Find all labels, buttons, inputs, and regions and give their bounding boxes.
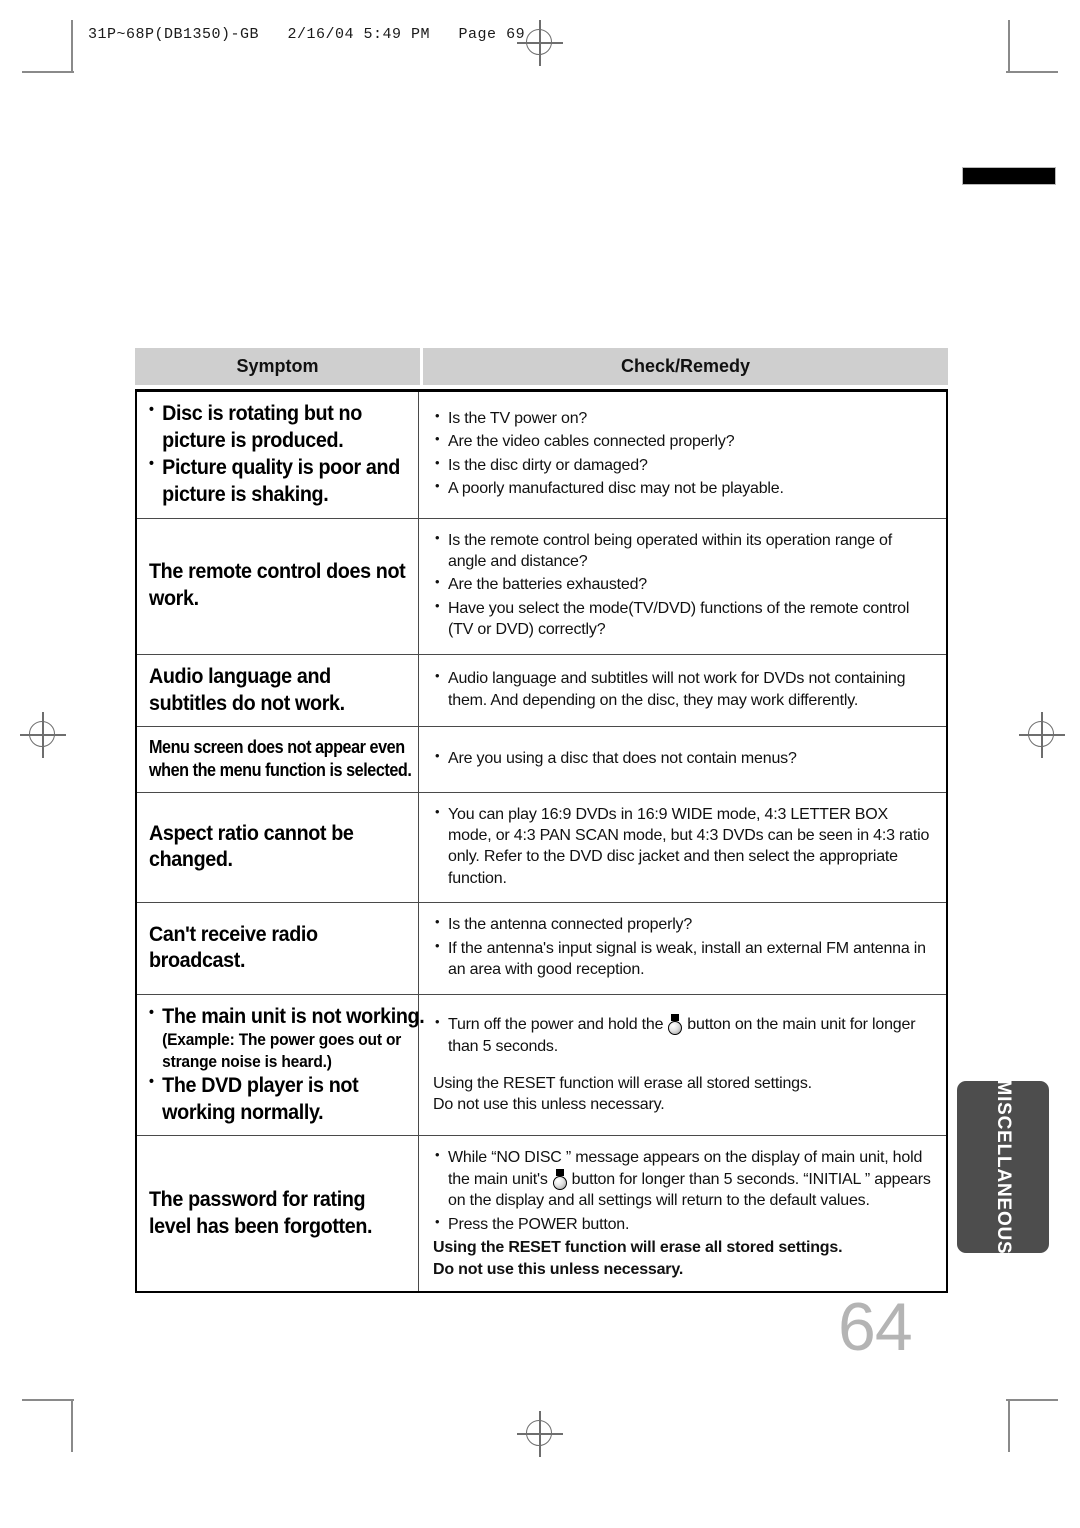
symptom-line: broadcast. <box>149 949 246 973</box>
symptom-line: Picture quality is poor and <box>149 454 400 482</box>
crop-mark-bottom-right-vertical <box>1008 1400 1010 1452</box>
remedy-cell: Is the antenna connected properly? If th… <box>419 903 946 993</box>
print-slug-header: 31P~68P(DB1350)-GB 2/16/04 5:49 PM Page … <box>88 26 526 43</box>
registration-mark-right-middle <box>1019 712 1065 758</box>
symptom-line: The DVD player is not <box>149 1072 392 1100</box>
symptom-line: The password for rating <box>149 1187 366 1211</box>
table-row: Audio language and subtitles do not work… <box>137 654 946 728</box>
symptom-line: The remote control does not <box>149 560 406 584</box>
table-row: The main unit is not working. (Example: … <box>137 994 946 1137</box>
remedy-item: Is the disc dirty or damaged? <box>433 454 932 476</box>
column-header-remedy: Check/Remedy <box>423 348 948 385</box>
crop-mark-bottom-left-horizontal <box>22 1399 74 1401</box>
symptom-line: strange noise is heard.) <box>162 1052 332 1071</box>
symptom-line: (Example: The power goes out or <box>162 1031 402 1050</box>
table-body: Disc is rotating but no picture is produ… <box>135 389 948 1294</box>
symptom-line: Aspect ratio cannot be <box>149 821 354 845</box>
remedy-item: Is the TV power on? <box>433 407 932 429</box>
registration-mark-top-center <box>517 20 563 66</box>
symptom-line: working normally. <box>162 1100 324 1124</box>
symptom-line: subtitles do not work. <box>149 691 345 715</box>
stop-power-button-icon <box>666 1014 684 1036</box>
remedy-note: Do not use this unless necessary. <box>433 1096 665 1114</box>
remedy-cell: Turn off the power and hold thebutton on… <box>419 995 946 1136</box>
remedy-text-before-icon: Turn off the power and hold the <box>448 1016 664 1034</box>
symptom-cell: Audio language and subtitles do not work… <box>137 654 419 727</box>
symptom-line: work. <box>149 587 199 611</box>
remedy-item: Press the POWER button. <box>433 1213 932 1235</box>
table-row: Can't receive radio broadcast. Is the an… <box>137 903 946 995</box>
symptom-cell: The main unit is not working. (Example: … <box>137 994 425 1136</box>
remedy-cell: Audio language and subtitles will not wo… <box>419 655 946 727</box>
remedy-cell: Are you using a disc that does not conta… <box>419 727 946 791</box>
symptom-cell: Can't receive radio broadcast. <box>137 903 419 994</box>
page-number: 64 <box>838 1289 913 1365</box>
table-row: Aspect ratio cannot be changed. You can … <box>137 792 946 904</box>
crop-mark-top-left-horizontal <box>22 71 74 73</box>
stop-power-button-icon <box>551 1168 569 1190</box>
registration-mark-left-middle <box>20 712 66 758</box>
remedy-item: A poorly manufactured disc may not be pl… <box>433 477 932 499</box>
symptom-cell: The password for rating level has been f… <box>137 1136 419 1292</box>
section-tab-label: MISCELLANEOUS <box>993 1079 1014 1255</box>
crop-mark-top-left-vertical <box>71 20 73 72</box>
symptom-cell: Menu screen does not appear even when th… <box>137 727 419 792</box>
symptom-line: picture is produced. <box>162 428 344 452</box>
table-header-row: Symptom Check/Remedy <box>135 348 948 385</box>
remedy-note: Do not use this unless necessary. <box>433 1260 684 1278</box>
table-row: Disc is rotating but no picture is produ… <box>137 392 946 519</box>
remedy-note: Using the RESET function will erase all … <box>433 1239 843 1257</box>
symptom-line: Can't receive radio <box>149 922 318 946</box>
crop-mark-bottom-right-horizontal <box>1006 1399 1058 1401</box>
remedy-cell: Is the TV power on? Are the video cables… <box>419 392 946 518</box>
remedy-cell: Is the remote control being operated wit… <box>419 519 946 654</box>
troubleshooting-table: Symptom Check/Remedy Disc is rotating bu… <box>135 348 948 1294</box>
remedy-item: Are the video cables connected properly? <box>433 430 932 452</box>
symptom-line: when the menu function is selected. <box>149 760 412 781</box>
registration-mark-bottom-center <box>517 1411 563 1457</box>
remedy-note: Using the RESET function will erase all … <box>433 1074 812 1092</box>
symptom-cell: Aspect ratio cannot be changed. <box>137 792 419 903</box>
remedy-item: Is the antenna connected properly? <box>433 913 932 935</box>
remedy-cell: You can play 16:9 DVDs in 16:9 WIDE mode… <box>419 793 946 903</box>
symptom-cell: Disc is rotating but no picture is produ… <box>137 392 419 518</box>
crop-mark-top-right-horizontal <box>1006 71 1058 73</box>
remedy-item: Have you select the mode(TV/DVD) functio… <box>433 597 932 641</box>
crop-mark-bottom-left-vertical <box>71 1400 73 1452</box>
remedy-item: If the antenna's input signal is weak, i… <box>433 937 932 981</box>
remedy-cell: While “NO DISC ” message appears on the … <box>419 1136 946 1291</box>
remedy-item: Audio language and subtitles will not wo… <box>433 667 932 711</box>
table-row: The remote control does not work. Is the… <box>137 518 946 655</box>
remedy-item-with-icon: While “NO DISC ” message appears on the … <box>433 1146 932 1211</box>
symptom-line: picture is shaking. <box>162 482 329 506</box>
section-tab-miscellaneous: MISCELLANEOUS <box>957 1079 1049 1255</box>
remedy-item: Are you using a disc that does not conta… <box>433 747 932 769</box>
remedy-item-with-icon: Turn off the power and hold thebutton on… <box>433 1013 932 1057</box>
crop-mark-top-right-vertical <box>1008 20 1010 72</box>
symptom-line: Audio language and <box>149 664 331 688</box>
symptom-line: level has been forgotten. <box>149 1214 373 1238</box>
symptom-line: Menu screen does not appear even <box>149 737 405 758</box>
print-color-bar <box>962 167 1056 185</box>
symptom-line: The main unit is not working. <box>149 1003 425 1031</box>
table-row: The password for rating level has been f… <box>137 1136 946 1292</box>
symptom-cell: The remote control does not work. <box>137 518 419 654</box>
remedy-item: You can play 16:9 DVDs in 16:9 WIDE mode… <box>433 803 932 890</box>
symptom-line: changed. <box>149 848 233 872</box>
column-header-symptom: Symptom <box>135 348 420 385</box>
remedy-item: Is the remote control being operated wit… <box>433 529 932 573</box>
symptom-line: Disc is rotating but no <box>149 400 392 428</box>
remedy-item: Are the batteries exhausted? <box>433 573 932 595</box>
table-row: Menu screen does not appear even when th… <box>137 727 946 793</box>
